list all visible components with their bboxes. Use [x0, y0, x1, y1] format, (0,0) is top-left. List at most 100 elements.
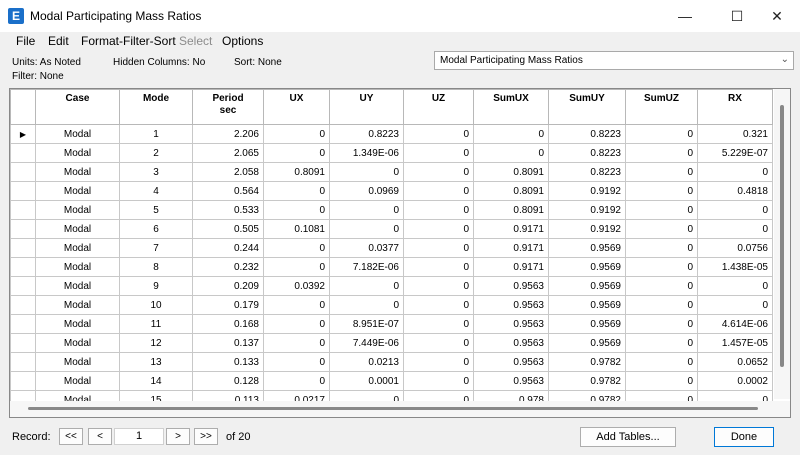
table-cell[interactable]: 0.8091: [263, 162, 330, 182]
row-selector[interactable]: [10, 200, 36, 220]
table-row[interactable]: Modal 2 2.065 0 1.349E-06 0 0 0.8223 0 5.229E-07: [10, 143, 773, 163]
row-selector[interactable]: [10, 276, 36, 296]
table-cell[interactable]: 0: [625, 238, 698, 258]
row-selector[interactable]: [10, 371, 36, 391]
table-cell[interactable]: 2: [119, 143, 193, 163]
table-cell[interactable]: 0: [263, 333, 330, 353]
table-cell[interactable]: 2.206: [192, 124, 264, 144]
table-cell[interactable]: 0.564: [192, 181, 264, 201]
row-selector[interactable]: [10, 219, 36, 239]
column-header[interactable]: SumUX: [473, 89, 549, 125]
table-row[interactable]: Modal 3 2.058 0.8091 0 0 0.8091 0.8223 0 0: [10, 162, 773, 182]
table-row[interactable]: Modal 5 0.533 0 0 0 0.8091 0.9192 0 0: [10, 200, 773, 220]
table-row[interactable]: Modal 10 0.179 0 0 0 0.9563 0.9569 0 0: [10, 295, 773, 315]
table-cell[interactable]: 4.614E-06: [697, 314, 773, 334]
table-cell[interactable]: 0: [329, 219, 404, 239]
column-header[interactable]: UX: [263, 89, 330, 125]
column-header[interactable]: SumUZ: [625, 89, 698, 125]
table-cell[interactable]: Modal: [35, 257, 120, 277]
table-cell[interactable]: 0.9569: [548, 314, 626, 334]
table-cell[interactable]: 7.449E-06: [329, 333, 404, 353]
table-cell[interactable]: 0: [263, 238, 330, 258]
table-cell[interactable]: 0.9563: [473, 371, 549, 391]
table-cell[interactable]: 6: [119, 219, 193, 239]
table-cell[interactable]: 0: [625, 371, 698, 391]
table-cell[interactable]: 0.9569: [548, 295, 626, 315]
table-select-dropdown[interactable]: Modal Participating Mass Ratios ⌄: [434, 51, 794, 70]
table-cell[interactable]: 8.951E-07: [329, 314, 404, 334]
table-cell[interactable]: 12: [119, 333, 193, 353]
table-row[interactable]: ▶ Modal 1 2.206 0 0.8223 0 0 0.8223 0 0.321: [10, 124, 773, 144]
table-cell[interactable]: 0.9171: [473, 238, 549, 258]
table-cell[interactable]: 0: [263, 314, 330, 334]
table-cell[interactable]: 0: [473, 124, 549, 144]
table-cell[interactable]: 14: [119, 371, 193, 391]
table-cell[interactable]: 0: [403, 314, 474, 334]
menu-select[interactable]: Select: [179, 34, 212, 48]
table-cell[interactable]: 0.9171: [473, 219, 549, 239]
table-cell[interactable]: 0: [329, 276, 404, 296]
table-cell[interactable]: 0.9171: [473, 257, 549, 277]
next-record-button[interactable]: >: [166, 428, 190, 445]
table-cell[interactable]: 0: [625, 124, 698, 144]
table-cell[interactable]: 0: [403, 257, 474, 277]
table-cell[interactable]: 0.0969: [329, 181, 404, 201]
prev-record-button[interactable]: <: [88, 428, 112, 445]
table-cell[interactable]: 0.533: [192, 200, 264, 220]
table-cell[interactable]: 0.9569: [548, 276, 626, 296]
table-cell[interactable]: 0: [403, 124, 474, 144]
table-cell[interactable]: 4: [119, 181, 193, 201]
table-cell[interactable]: 0.9569: [548, 257, 626, 277]
table-cell[interactable]: 13: [119, 352, 193, 372]
table-cell[interactable]: 5.229E-07: [697, 143, 773, 163]
table-cell[interactable]: 0.8223: [548, 143, 626, 163]
close-button[interactable]: ✕: [754, 0, 800, 32]
table-cell[interactable]: 0.321: [697, 124, 773, 144]
table-cell[interactable]: 0: [625, 143, 698, 163]
table-cell[interactable]: 0: [625, 276, 698, 296]
table-cell[interactable]: 7: [119, 238, 193, 258]
table-row[interactable]: Modal 14 0.128 0 0.0001 0 0.9563 0.9782 0 0.0002: [10, 371, 773, 391]
table-cell[interactable]: Modal: [35, 200, 120, 220]
vertical-scrollbar[interactable]: [774, 89, 790, 399]
table-cell[interactable]: 0: [403, 333, 474, 353]
table-cell[interactable]: Modal: [35, 238, 120, 258]
horizontal-scrollbar[interactable]: [10, 401, 790, 417]
table-cell[interactable]: 0: [473, 143, 549, 163]
table-cell[interactable]: Modal: [35, 181, 120, 201]
column-header[interactable]: RX: [697, 89, 773, 125]
menu-format-filter-sort[interactable]: Format-Filter-Sort: [81, 34, 176, 48]
table-cell[interactable]: 0.179: [192, 295, 264, 315]
table-cell[interactable]: 0: [625, 200, 698, 220]
table-cell[interactable]: 0.8223: [548, 162, 626, 182]
table-cell[interactable]: Modal: [35, 143, 120, 163]
table-cell[interactable]: 0: [625, 257, 698, 277]
table-cell[interactable]: 0.9563: [473, 352, 549, 372]
table-cell[interactable]: 0: [403, 219, 474, 239]
table-cell[interactable]: Modal: [35, 219, 120, 239]
table-cell[interactable]: 0.9782: [548, 371, 626, 391]
table-cell[interactable]: 0: [263, 352, 330, 372]
column-header[interactable]: UY: [329, 89, 404, 125]
table-cell[interactable]: 0: [403, 181, 474, 201]
table-cell[interactable]: 0: [329, 162, 404, 182]
table-cell[interactable]: 0.8223: [329, 124, 404, 144]
column-header[interactable]: SumUY: [548, 89, 626, 125]
table-cell[interactable]: 0: [263, 124, 330, 144]
add-tables-button[interactable]: Add Tables...: [580, 427, 676, 447]
table-cell[interactable]: 2.065: [192, 143, 264, 163]
table-cell[interactable]: 1: [119, 124, 193, 144]
table-cell[interactable]: 1.438E-05: [697, 257, 773, 277]
table-cell[interactable]: 0.9569: [548, 238, 626, 258]
table-cell[interactable]: 2.058: [192, 162, 264, 182]
horizontal-scroll-thumb[interactable]: [28, 407, 758, 410]
table-cell[interactable]: 0: [697, 200, 773, 220]
table-cell[interactable]: 0.9563: [473, 276, 549, 296]
data-grid[interactable]: Case Mode Period sec UX UY UZ SumUX SumUY SumUZ R…: [9, 88, 791, 418]
column-header[interactable]: UZ: [403, 89, 474, 125]
table-cell[interactable]: Modal: [35, 276, 120, 296]
table-cell[interactable]: Modal: [35, 162, 120, 182]
table-cell[interactable]: 0: [263, 200, 330, 220]
table-cell[interactable]: 0: [625, 333, 698, 353]
done-button[interactable]: Done: [714, 427, 774, 447]
